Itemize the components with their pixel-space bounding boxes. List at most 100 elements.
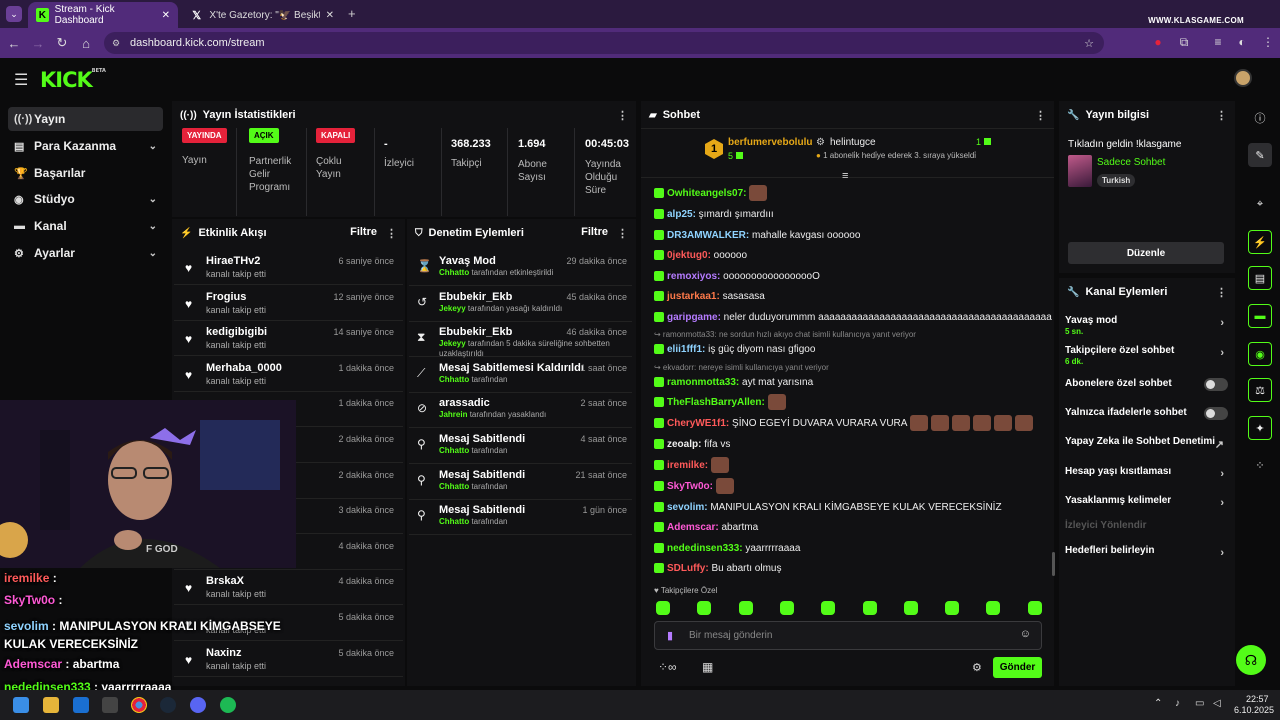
chat-message[interactable]: DR3AMWALKER: mahalle kavgası oooooo (654, 227, 1052, 245)
chat-message[interactable]: sevolim: MANIPULASYON KRALI KİMGABSEYE K… (654, 499, 1052, 517)
kick-logo[interactable]: KICKBETA (40, 68, 106, 92)
moderator-name[interactable]: Chhatto (439, 517, 469, 526)
moderation-title[interactable]: Mesaj Sabitlendi (439, 433, 525, 445)
channel-action-item[interactable]: Takipçilere özel sohbet 6 dk. › (1065, 345, 1230, 366)
site-info-icon[interactable]: ⚙ (112, 38, 120, 49)
chat-username[interactable]: remoxiyos: (667, 271, 720, 282)
moderator-name[interactable]: Jekeyy (439, 339, 466, 348)
steam-icon[interactable] (160, 697, 176, 713)
quick-emote-icon[interactable] (738, 601, 753, 615)
panel-menu-icon[interactable]: ⋮ (617, 227, 628, 240)
activity-item[interactable]: ♥ Frogius kanalı takip etti 12 saniye önce (174, 286, 403, 321)
panel-menu-icon[interactable]: ⋮ (617, 109, 628, 122)
top-gifter-name[interactable]: berfumervebolulu (728, 137, 812, 148)
moderation-title[interactable]: Mesaj Sabitlendi (439, 504, 525, 516)
quick-emote-icon[interactable] (656, 601, 670, 615)
reply-context[interactable]: ↪ ramonmotta33: ne sordun hızlı akıyo ch… (654, 330, 916, 339)
chat-message[interactable]: garipgame: neler duduyorummm aaaaaaaaaaa… (654, 309, 1052, 327)
chat-message[interactable]: elii1fff1: iş güç diyom nası gfigoo (654, 341, 1052, 359)
bookmark-star-icon[interactable]: ☆ (1084, 37, 1094, 50)
chat-settings-icon[interactable]: ⚙ (972, 661, 982, 674)
clock-date[interactable]: 6.10.2025 (1234, 705, 1274, 715)
chat-message[interactable]: Ademscar: abartma (654, 519, 1052, 537)
channel-action-item[interactable]: Abonelere özel sohbet (1065, 378, 1230, 391)
chat-username[interactable]: sevolim: (667, 502, 708, 513)
chat-message[interactable]: ramonmotta33: ayt mat yarısına (654, 374, 1052, 392)
clock-time[interactable]: 22:57 (1246, 694, 1269, 704)
activity-username[interactable]: Frogius (206, 291, 246, 303)
filter-button[interactable]: Filtre (350, 226, 377, 238)
quick-emote-icon[interactable] (821, 601, 836, 615)
moderation-item[interactable]: ⧗ Ebubekir_Ekb Jekeyy tarafından 5 dakika … (409, 322, 632, 358)
channel-action-item[interactable]: Hesap yaşı kısıtlaması › (1065, 466, 1230, 480)
chrome-icon[interactable] (131, 697, 147, 713)
moderator-name[interactable]: Chhatto (439, 482, 469, 491)
moderator-name[interactable]: Jahrein (439, 410, 467, 419)
toggle-switch[interactable] (1204, 407, 1228, 420)
chat-bubble-icon[interactable]: ▬ (1248, 304, 1272, 328)
moderation-title[interactable]: Mesaj Sabitlendi (439, 469, 525, 481)
back-icon[interactable]: ← (2, 36, 26, 51)
spotify-icon[interactable] (220, 697, 236, 713)
channel-action-item[interactable]: Yasaklanmış kelimeler › (1065, 495, 1230, 509)
chat-message[interactable]: justarkaa1: sasasasa (654, 288, 1052, 306)
activity-username[interactable]: BrskaX (206, 575, 244, 587)
browser-tab-kick[interactable]: K Stream - Kick Dashboard ✕ (28, 2, 178, 28)
address-bar[interactable]: ⚙ dashboard.kick.com/stream ☆ (104, 32, 1104, 54)
outlook-icon[interactable] (73, 697, 89, 713)
chat-message[interactable]: 0jektug0: oooooo (654, 247, 1052, 265)
panel-menu-icon[interactable]: ⋮ (1216, 109, 1227, 122)
close-icon[interactable]: ✕ (326, 10, 334, 21)
volume-icon[interactable]: ◁ (1213, 698, 1221, 709)
activity-username[interactable]: kedigibigibi (206, 326, 267, 338)
chat-input[interactable]: ▮ Bir mesaj gönderin ☺ (654, 621, 1042, 650)
moderation-title[interactable]: Ebubekir_Ekb (439, 291, 512, 303)
chat-username[interactable]: Ademscar: (667, 522, 719, 533)
chat-message[interactable]: remoxiyos: ooooooooooooooooO (654, 268, 1052, 286)
moderation-item[interactable]: ⟋ Mesaj Sabitlemesi Kaldırıldı Chhatto tar… (409, 358, 632, 393)
chat-username[interactable]: SDLuffy: (667, 563, 709, 574)
chat-username[interactable]: alp25: (667, 209, 696, 220)
quick-emote-icon[interactable] (697, 601, 712, 615)
app-icon[interactable] (102, 697, 118, 713)
lightning-icon[interactable]: ⚡ (1248, 230, 1272, 254)
moderator-name[interactable]: Chhatto (439, 268, 469, 277)
moderation-title[interactable]: Ebubekir_Ekb (439, 326, 512, 338)
moderation-item[interactable]: ⊘ arassadic Jahrein tarafından yasaklandı 2… (409, 393, 632, 429)
channel-action-item[interactable]: Yapay Zeka ile Sohbet Denetimi ↗ (1065, 436, 1230, 451)
toggle-switch[interactable] (1204, 378, 1228, 391)
moderation-item[interactable]: ⚲ Mesaj Sabitlendi Chhatto tarafından 4 saa… (409, 429, 632, 464)
chat-username[interactable]: DR3AMWALKER: (667, 230, 749, 241)
browser-tab-x[interactable]: 𝕏 X'te Gazetory: "🦅 Beşiktaşlı bi ✕ (182, 2, 342, 28)
user-avatar[interactable] (1234, 69, 1252, 87)
help-support-icon[interactable]: ☊ (1236, 645, 1266, 675)
chat-message[interactable]: SDLuffy: Bu abartı olmuş (654, 560, 1052, 578)
new-tab-icon[interactable]: + (348, 6, 356, 21)
category-thumbnail[interactable] (1068, 155, 1092, 187)
extensions-puzzle-icon[interactable]: ⧉ (1176, 35, 1192, 51)
chat-username[interactable]: zeoalp: (667, 439, 701, 450)
chat-username[interactable]: nededinsen333: (667, 543, 743, 554)
filter-button[interactable]: Filtre (581, 226, 608, 238)
chat-message[interactable]: CheryWE1f1: ŞİNO EGEYİ DUVARA VURARA VUR… (654, 415, 1052, 433)
moderation-item[interactable]: ⚲ Mesaj Sabitlendi Chhatto tarafından 21 sa… (409, 465, 632, 500)
moderation-item[interactable]: ⚲ Mesaj Sabitlendi Chhatto tarafından 1 gün… (409, 500, 632, 536)
chat-message[interactable]: nededinsen333: yaarrrrraaaa (654, 540, 1052, 558)
activity-item[interactable]: ♥ Merhaba_0000 kanalı takip etti 1 dakika ö… (174, 357, 403, 392)
chat-username[interactable]: 0jektug0: (667, 250, 711, 261)
chat-message[interactable]: Owhiteangels07: (654, 185, 1052, 203)
info-icon[interactable]: ⓘ (1248, 106, 1272, 130)
activity-item[interactable]: ♥ kedigibigibi kanalı takip etti 14 saniye … (174, 321, 403, 357)
store-icon[interactable]: ▦ (702, 660, 713, 674)
chat-username[interactable]: iremilke: (667, 460, 708, 471)
gift-user-name[interactable]: helintugce (830, 137, 876, 148)
tab-search-icon[interactable]: ⌄ (6, 6, 22, 22)
chat-message[interactable]: iremilke: (654, 456, 1052, 475)
close-icon[interactable]: ✕ (162, 10, 170, 21)
quick-emote-icon[interactable] (862, 601, 877, 615)
moderation-title[interactable]: Mesaj Sabitlemesi Kaldırıldı (439, 362, 584, 374)
panel-menu-icon[interactable]: ⋮ (386, 227, 397, 240)
hamburger-menu-icon[interactable]: ☰ (14, 70, 28, 90)
expand-leaderboard-icon[interactable]: ≡ (842, 170, 848, 182)
moderation-item[interactable]: ↺ Ebubekir_Ekb Jekeyy tarafından yasağı ka… (409, 287, 632, 322)
